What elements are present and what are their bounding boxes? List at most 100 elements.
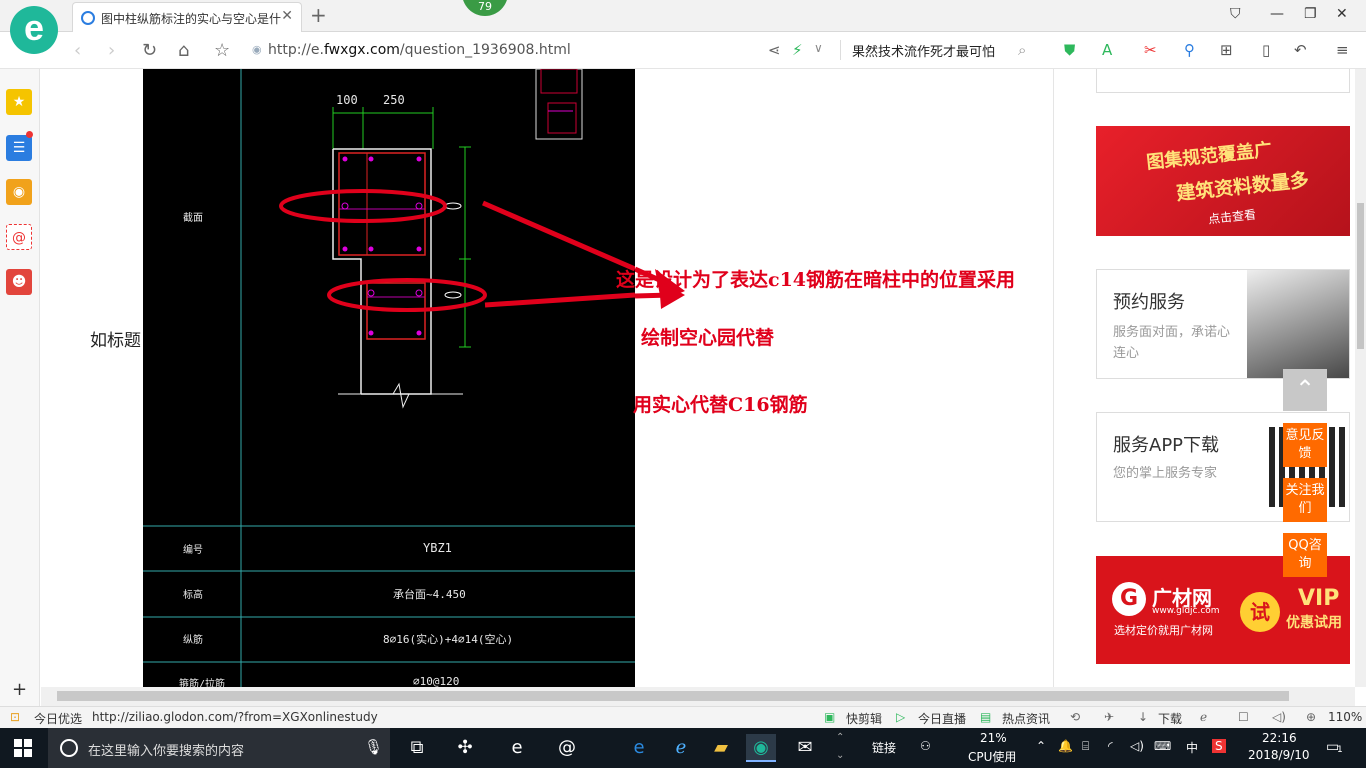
minimize-icon[interactable]: — <box>1270 6 1284 22</box>
window-icon[interactable]: ☐ <box>1238 710 1249 724</box>
horizontal-scroll-thumb[interactable] <box>57 691 1289 701</box>
scissors-icon[interactable]: ✂ <box>1144 41 1157 59</box>
fan-app-icon[interactable]: ✣ <box>450 734 480 762</box>
keyboard-icon[interactable]: ⌨ <box>1154 739 1171 753</box>
today-picks[interactable]: 今日优选 <box>34 710 82 727</box>
browser-logo-icon[interactable]: e <box>10 6 58 54</box>
magnifier-icon[interactable]: ⚲ <box>1184 41 1195 59</box>
quick-clip[interactable]: 快剪辑 <box>846 710 882 727</box>
tab-favicon-icon <box>81 11 95 25</box>
translate-icon[interactable]: A <box>1102 41 1112 59</box>
horizontal-scrollbar[interactable] <box>41 687 1355 706</box>
qq-consult-button[interactable]: QQ咨询 <box>1283 533 1327 577</box>
tablet-icon[interactable]: ▯ <box>1262 41 1270 59</box>
banner-ad-standards[interactable]: 图集规范覆盖广 建筑资料数量多 点击查看 <box>1096 126 1350 236</box>
file-explorer-icon[interactable]: ▰ <box>706 734 736 762</box>
favorites-star-icon[interactable]: ★ <box>6 89 32 115</box>
pin-icon[interactable]: ✈ <box>1104 710 1114 724</box>
apps-grid-icon[interactable]: ⊞ <box>1220 41 1233 59</box>
forward-icon[interactable]: › <box>108 40 115 61</box>
download-icon[interactable]: ↓ <box>1138 710 1148 724</box>
home-icon[interactable]: ⌂ <box>178 40 189 61</box>
windows-start-icon[interactable] <box>14 739 32 757</box>
live-icon[interactable]: ▷ <box>896 710 905 724</box>
hot-news[interactable]: 热点资讯 <box>1002 710 1050 727</box>
clock-time[interactable]: 22:16 <box>1262 731 1297 745</box>
task-view-icon[interactable]: ⧉ <box>402 734 432 762</box>
ad2-try: 试 <box>1240 592 1280 632</box>
shirt-skin-icon[interactable]: ⛉ <box>1230 6 1241 22</box>
vertical-scroll-thumb[interactable] <box>1357 203 1364 349</box>
wifi-icon[interactable]: ◜ <box>1108 739 1113 753</box>
vertical-scrollbar[interactable] <box>1355 69 1366 687</box>
browser-tab[interactable]: 图中柱纵筋标注的实心与空心是什 ✕ <box>72 2 302 32</box>
close-tab-icon[interactable]: ✕ <box>281 8 293 24</box>
refresh-icon[interactable]: ↻ <box>142 40 157 61</box>
ie-icon[interactable]: ℯ <box>666 734 696 762</box>
zoom-level[interactable]: 110% <box>1328 710 1362 724</box>
clock-date[interactable]: 2018/9/10 <box>1248 748 1310 762</box>
ime-indicator[interactable]: 中 <box>1186 739 1198 756</box>
undo-icon[interactable]: ↶ <box>1294 41 1307 59</box>
feedback-button[interactable]: 意见反馈 <box>1283 423 1327 467</box>
clip-icon[interactable]: ▣ <box>824 710 835 724</box>
sogou-icon[interactable]: S <box>1212 739 1226 753</box>
divider <box>840 40 841 60</box>
notification-badge[interactable]: 79 <box>462 0 508 16</box>
speaker-icon[interactable]: ◁) <box>1130 739 1144 753</box>
ad2-site: www.gldjc.com <box>1152 606 1220 616</box>
card-appointment[interactable]: 预约服务 服务面对面，承诺心连心 <box>1096 269 1350 379</box>
tab-title: 图中柱纵筋标注的实心与空心是什 <box>101 12 281 26</box>
chevron-down-icon[interactable]: ∨ <box>814 41 823 55</box>
unread-dot <box>26 131 33 138</box>
active-browser-icon[interactable]: ◉ <box>746 734 776 762</box>
email-icon[interactable]: @ <box>6 224 32 250</box>
address-bar[interactable]: http://e.fwxgx.com/question_1936908.html <box>268 42 571 58</box>
favorite-star-icon[interactable]: ☆ <box>214 40 230 61</box>
ie-mode-icon[interactable]: ℯ <box>1200 710 1207 724</box>
menu-icon[interactable]: ≡ <box>1336 41 1349 59</box>
top-partial-card[interactable] <box>1096 69 1350 93</box>
taskbar-search[interactable]: 在这里输入你要搜索的内容 🎙 <box>48 728 390 768</box>
lightning-icon[interactable]: ⚡ <box>792 41 803 59</box>
scroll-up-icon[interactable]: ⌃ <box>836 732 844 743</box>
microphone-icon[interactable]: 🎙 <box>364 738 383 756</box>
notification-bell-icon[interactable]: 🔔 <box>1058 739 1073 753</box>
weibo-icon[interactable]: ◉ <box>6 179 32 205</box>
new-tab-icon[interactable]: + <box>310 3 327 27</box>
browser-e-icon[interactable]: e <box>502 734 532 762</box>
links-toolbar[interactable]: 链接 <box>872 739 896 756</box>
tray-expand-icon[interactable]: ⌃ <box>1036 739 1046 753</box>
back-icon[interactable]: ‹ <box>74 40 81 61</box>
news-icon[interactable]: ▤ <box>980 710 991 724</box>
share-icon[interactable]: ⋖ <box>768 41 781 59</box>
game-icon[interactable]: ☻ <box>6 269 32 295</box>
cpu-percent: 21% <box>980 731 1007 745</box>
mail-icon[interactable]: ✉ <box>790 734 820 762</box>
scroll-down-icon[interactable]: ⌄ <box>836 750 844 761</box>
download-label[interactable]: 下载 <box>1158 710 1182 727</box>
back-to-top-icon[interactable]: ⌃ <box>1283 369 1327 411</box>
security-icon: ◉ <box>252 43 262 56</box>
people-icon[interactable]: ⚇ <box>920 739 931 753</box>
search-input[interactable]: 果然技术流作死才最可怕 <box>852 41 995 60</box>
add-sidebar-icon[interactable]: + <box>12 679 27 700</box>
table-value-id: YBZ1 <box>423 541 452 555</box>
device-icon[interactable]: ⌸ <box>1082 739 1089 754</box>
spiral-app-icon[interactable]: @ <box>552 734 582 762</box>
gift-icon[interactable]: ⊡ <box>10 710 20 724</box>
reading-list-icon[interactable]: ☰ <box>6 135 32 161</box>
zoom-icon[interactable]: ⊕ <box>1306 710 1316 724</box>
follow-us-button[interactable]: 关注我们 <box>1283 478 1327 522</box>
status-link: http://ziliao.glodon.com/?from=XGXonline… <box>92 710 378 724</box>
restore-icon[interactable]: ❐ <box>1304 6 1317 22</box>
today-live[interactable]: 今日直播 <box>918 710 966 727</box>
table-label-stirrup: 箍筋/拉筋 <box>179 679 226 687</box>
app-download-title: 服务APP下载 <box>1113 435 1220 456</box>
close-window-icon[interactable]: ✕ <box>1336 6 1348 22</box>
edge-icon[interactable]: e <box>624 734 654 762</box>
search-icon[interactable]: ⌕ <box>1018 41 1026 59</box>
shield-icon[interactable]: ⛊ <box>1064 41 1075 59</box>
history-icon[interactable]: ⟲ <box>1070 710 1080 724</box>
volume-icon[interactable]: ◁) <box>1272 710 1286 724</box>
